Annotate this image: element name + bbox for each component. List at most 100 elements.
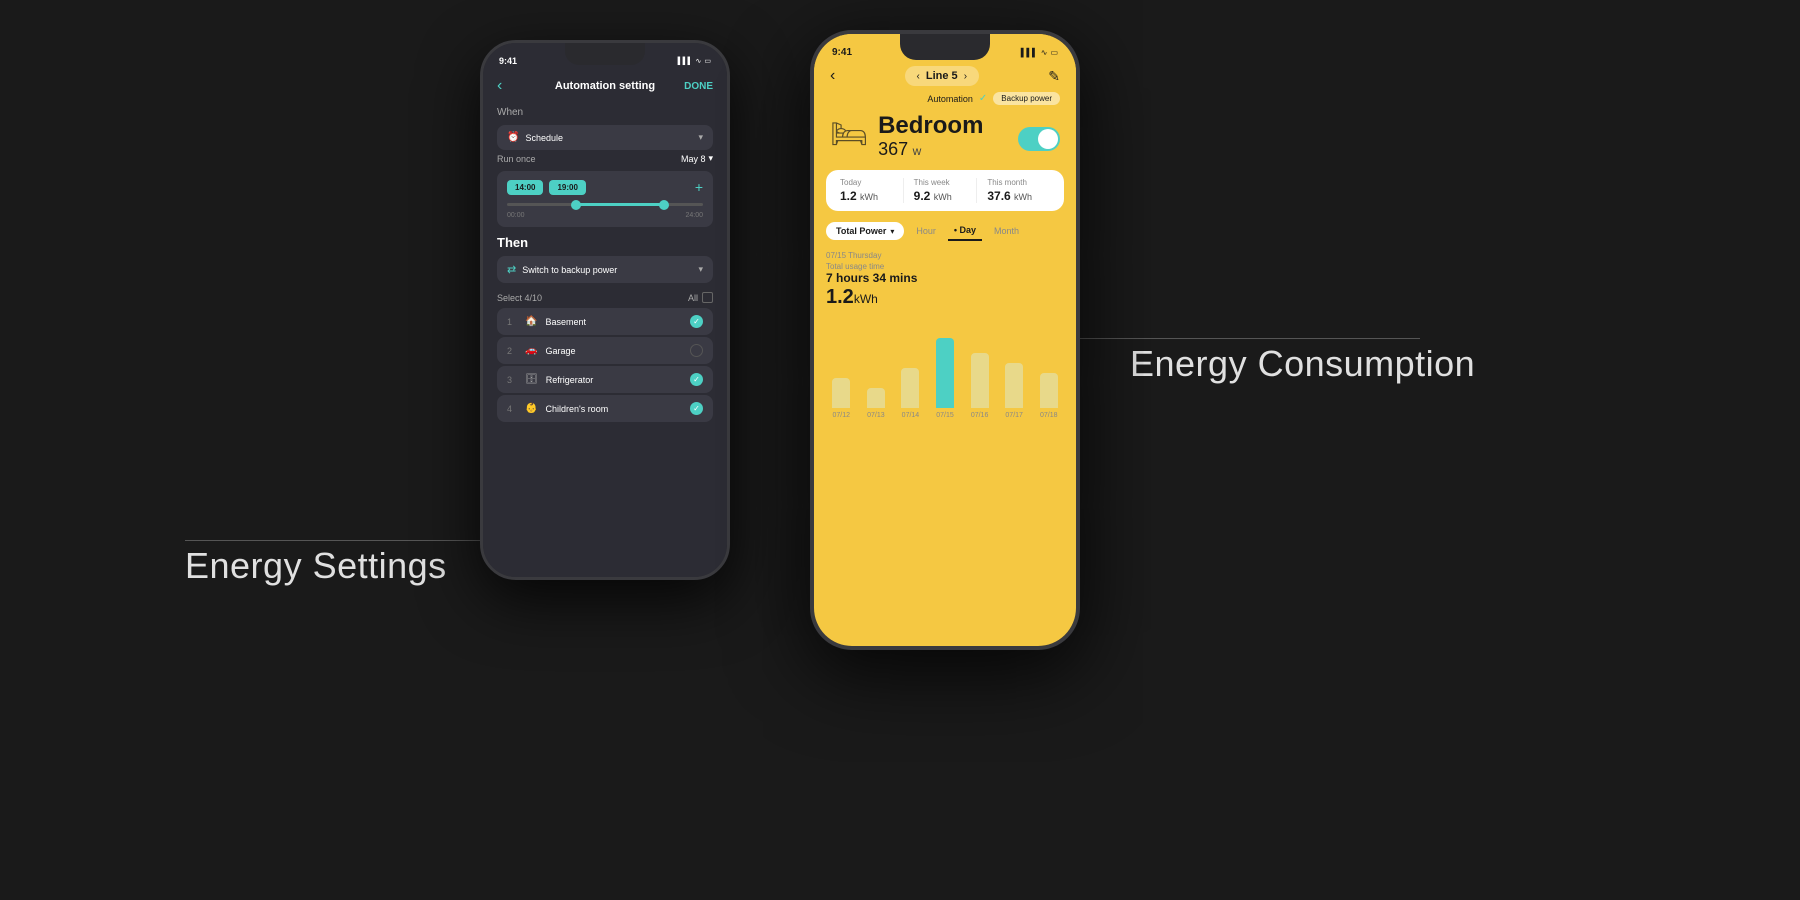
run-once-date[interactable]: May 8 ▾ xyxy=(681,153,713,164)
backup-power-badge[interactable]: Backup power xyxy=(993,92,1060,105)
energy-consumption-label: Energy Consumption xyxy=(1130,343,1475,385)
time-max-label: 24:00 xyxy=(685,212,703,219)
stat-week: This week 9.2 kWh xyxy=(903,178,977,203)
bar-label-07/13: 07/13 xyxy=(867,412,885,419)
left-notch xyxy=(565,43,645,65)
left-nav-bar: ‹ Automation setting DONE xyxy=(483,71,727,101)
run-once-row: Run once May 8 ▾ xyxy=(483,153,727,167)
chart-date: 07/15 Thursday xyxy=(826,251,1064,260)
left-status-icons: ▌▌▌ ∿ ▭ xyxy=(678,57,711,65)
stat-month-unit: kWh xyxy=(1014,192,1032,202)
item-num-3: 3 xyxy=(507,375,517,385)
bar-label-07/18: 07/18 xyxy=(1040,412,1058,419)
backup-arrow-icon: ▾ xyxy=(698,264,703,275)
slider-left-thumb[interactable] xyxy=(571,200,581,210)
stats-card: Today 1.2 kWh This week 9.2 kWh This mon… xyxy=(826,170,1064,211)
right-nav-bar: ‹ ‹ Line 5 › ✎ xyxy=(814,62,1076,90)
device-toggle[interactable] xyxy=(1018,127,1060,151)
bar-group: 07/12 xyxy=(826,378,857,419)
time-labels: 00:00 24:00 xyxy=(507,212,703,219)
right-status-icons: ▌▌▌ ∿ ▭ xyxy=(1021,48,1058,57)
automation-row: Automation ✓ Backup power xyxy=(814,90,1076,107)
total-power-label: Total Power xyxy=(836,226,886,236)
item-name-3: Refrigerator xyxy=(546,375,682,385)
stat-month-period: This month xyxy=(987,178,1050,187)
total-power-button[interactable]: Total Power ▾ xyxy=(826,222,904,240)
list-item-basement[interactable]: 1 🏠 Basement ✓ xyxy=(497,308,713,335)
automation-check-icon: ✓ xyxy=(979,93,987,104)
device-watts-value: 367 xyxy=(878,139,908,159)
chart-kwh-unit: kWh xyxy=(854,292,878,306)
stat-month-value: 37.6 kWh xyxy=(987,189,1050,203)
time-slider[interactable] xyxy=(507,203,703,206)
energy-settings-label: Energy Settings xyxy=(185,545,447,587)
schedule-dropdown[interactable]: ⏰ Schedule ▾ xyxy=(497,125,713,150)
left-status-time: 9:41 xyxy=(499,56,517,66)
garage-icon: 🚗 xyxy=(525,345,537,356)
backup-text: Switch to backup power xyxy=(522,265,617,275)
chart-bar-07/14 xyxy=(901,368,919,408)
device-row: 🛏 Bedroom 367 w xyxy=(814,107,1076,166)
line-selector[interactable]: ‹ Line 5 › xyxy=(905,66,979,86)
chart-bar-07/13 xyxy=(867,388,885,408)
done-button[interactable]: DONE xyxy=(684,81,713,92)
chart-kwh: 1.2kWh xyxy=(826,286,1064,309)
time-min-label: 00:00 xyxy=(507,212,525,219)
right-back-button[interactable]: ‹ xyxy=(830,67,835,85)
slider-right-thumb[interactable] xyxy=(659,200,669,210)
tab-day[interactable]: • Day xyxy=(948,221,982,241)
bar-group: 07/17 xyxy=(999,363,1030,419)
bar-label-07/12: 07/12 xyxy=(833,412,851,419)
automation-label: Automation xyxy=(927,94,973,104)
bar-group: 07/15 xyxy=(930,338,961,419)
stat-month: This month 37.6 kWh xyxy=(976,178,1050,203)
right-battery-icon: ▭ xyxy=(1050,48,1058,57)
tab-month[interactable]: Month xyxy=(988,222,1025,240)
right-screen: 9:41 ▌▌▌ ∿ ▭ ‹ ‹ Line 5 › ✎ Automation ✓… xyxy=(814,34,1076,646)
list-item-refrigerator[interactable]: 3 🗄 Refrigerator ✓ xyxy=(497,366,713,393)
bar-label-07/16: 07/16 xyxy=(971,412,989,419)
list-item-childrens-room[interactable]: 4 👶 Children's room ✓ xyxy=(497,395,713,422)
bar-label-07/14: 07/14 xyxy=(902,412,920,419)
bar-group: 07/13 xyxy=(861,388,892,419)
add-time-button[interactable]: + xyxy=(695,179,703,195)
backup-left: ⇄ Switch to backup power xyxy=(507,263,617,276)
clock-icon: ⏰ xyxy=(507,132,519,143)
list-item-garage[interactable]: 2 🚗 Garage xyxy=(497,337,713,364)
refrigerator-icon: 🗄 xyxy=(525,374,538,385)
tab-hour[interactable]: Hour xyxy=(910,222,942,240)
run-once-label: Run once xyxy=(497,154,536,164)
chart-area: 07/15 Thursday Total usage time 7 hours … xyxy=(814,247,1076,419)
schedule-text: Schedule xyxy=(525,133,563,143)
switch-backup-dropdown[interactable]: ⇄ Switch to backup power ▾ xyxy=(497,256,713,283)
device-info: Bedroom 367 w xyxy=(878,113,1008,160)
line-next-icon[interactable]: › xyxy=(964,71,967,82)
chart-bar-07/12 xyxy=(832,378,850,408)
bar-label-07/15: 07/15 xyxy=(936,412,954,419)
then-label: Then xyxy=(483,231,727,253)
all-checkbox[interactable] xyxy=(702,292,713,303)
stat-week-period: This week xyxy=(914,178,977,187)
bar-group: 07/18 xyxy=(1033,373,1064,419)
check-4: ✓ xyxy=(690,402,703,415)
right-wifi-icon: ∿ xyxy=(1041,48,1048,57)
wifi-icon: ∿ xyxy=(696,57,702,65)
slider-fill xyxy=(576,203,664,206)
select-all[interactable]: All xyxy=(688,292,713,303)
check-1: ✓ xyxy=(690,315,703,328)
back-button[interactable]: ‹ xyxy=(497,77,502,95)
stat-today-unit: kWh xyxy=(860,192,878,202)
bar-group: 07/14 xyxy=(895,368,926,419)
line-label: Line 5 xyxy=(926,70,958,82)
line-prev-icon[interactable]: ‹ xyxy=(917,71,920,82)
run-once-date-value: May 8 xyxy=(681,154,706,164)
chart-duration: 7 hours 34 mins xyxy=(826,271,1064,285)
item-num-1: 1 xyxy=(507,317,517,327)
bar-label-07/17: 07/17 xyxy=(1005,412,1023,419)
stat-week-value: 9.2 kWh xyxy=(914,189,977,203)
basement-icon: 🏠 xyxy=(525,316,537,327)
edit-icon[interactable]: ✎ xyxy=(1048,68,1060,85)
item-name-1: Basement xyxy=(545,317,682,327)
chart-bar-07/18 xyxy=(1040,373,1058,408)
chart-bar-07/16 xyxy=(971,353,989,408)
